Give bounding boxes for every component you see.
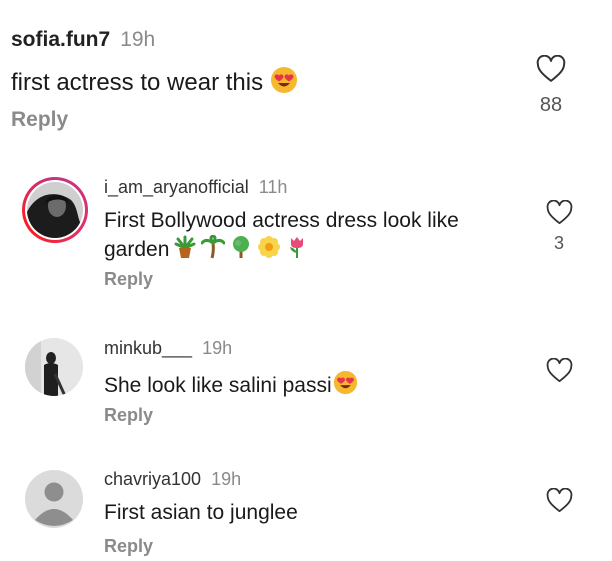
comment-meta: sofia.fun7 19h: [11, 28, 155, 52]
comment-text-line2: garden: [104, 234, 309, 265]
deciduous-tree-icon: [229, 235, 253, 265]
comment-timestamp: 19h: [202, 338, 233, 358]
comment-timestamp: 11h: [258, 177, 288, 197]
comment-timestamp: 19h: [120, 28, 156, 51]
like-control: [542, 488, 576, 513]
comment-username[interactable]: i_am_aryanofficial: [104, 177, 249, 198]
comment-meta: minkub___ 19h: [104, 338, 232, 359]
comment-meta: chavriya100 19h: [104, 469, 241, 490]
like-count: 88: [539, 94, 563, 116]
avatar[interactable]: [22, 177, 88, 243]
reply-button[interactable]: Reply: [11, 108, 68, 132]
like-control: [542, 358, 576, 383]
comment-chavriya: chavriya100 19h First asian to junglee R…: [0, 455, 612, 561]
heart-eyes-icon: [333, 370, 358, 401]
blossom-icon: [257, 235, 281, 265]
comment-meta: i_am_aryanofficial 11h: [104, 177, 287, 198]
potted-plant-icon: [173, 235, 197, 265]
like-control: 88: [533, 55, 569, 117]
like-control: 3: [542, 200, 576, 254]
reply-button[interactable]: Reply: [104, 536, 153, 557]
comment-username[interactable]: chavriya100: [104, 469, 201, 490]
comment-timestamp: 19h: [211, 469, 242, 489]
avatar-placeholder[interactable]: [25, 470, 83, 528]
reply-button[interactable]: Reply: [104, 405, 153, 426]
tulip-icon: [285, 235, 309, 265]
comment-text-line1: First Bollywood actress dress look like: [104, 209, 459, 232]
comment-text: First asian to junglee: [104, 501, 298, 524]
comment-sofia: sofia.fun7 19h first actress to wear thi…: [0, 0, 612, 150]
heart-icon[interactable]: [536, 55, 566, 83]
like-count: 3: [553, 233, 564, 253]
heart-icon[interactable]: [546, 200, 573, 225]
comment-minkub: minkub___ 19h She look like salini passi…: [0, 320, 612, 445]
heart-eyes-icon: [270, 66, 298, 101]
comment-text: She look like salini passi: [104, 370, 358, 401]
comment-aryan: i_am_aryanofficial 11h First Bollywood a…: [0, 160, 612, 305]
comment-username[interactable]: sofia.fun7: [11, 28, 110, 52]
heart-icon[interactable]: [546, 488, 573, 513]
comment-text: first actress to wear this: [11, 66, 298, 101]
avatar[interactable]: [25, 338, 83, 396]
reply-button[interactable]: Reply: [104, 269, 153, 290]
heart-icon[interactable]: [546, 358, 573, 383]
comment-username[interactable]: minkub___: [104, 338, 192, 359]
palm-tree-icon: [200, 234, 226, 265]
